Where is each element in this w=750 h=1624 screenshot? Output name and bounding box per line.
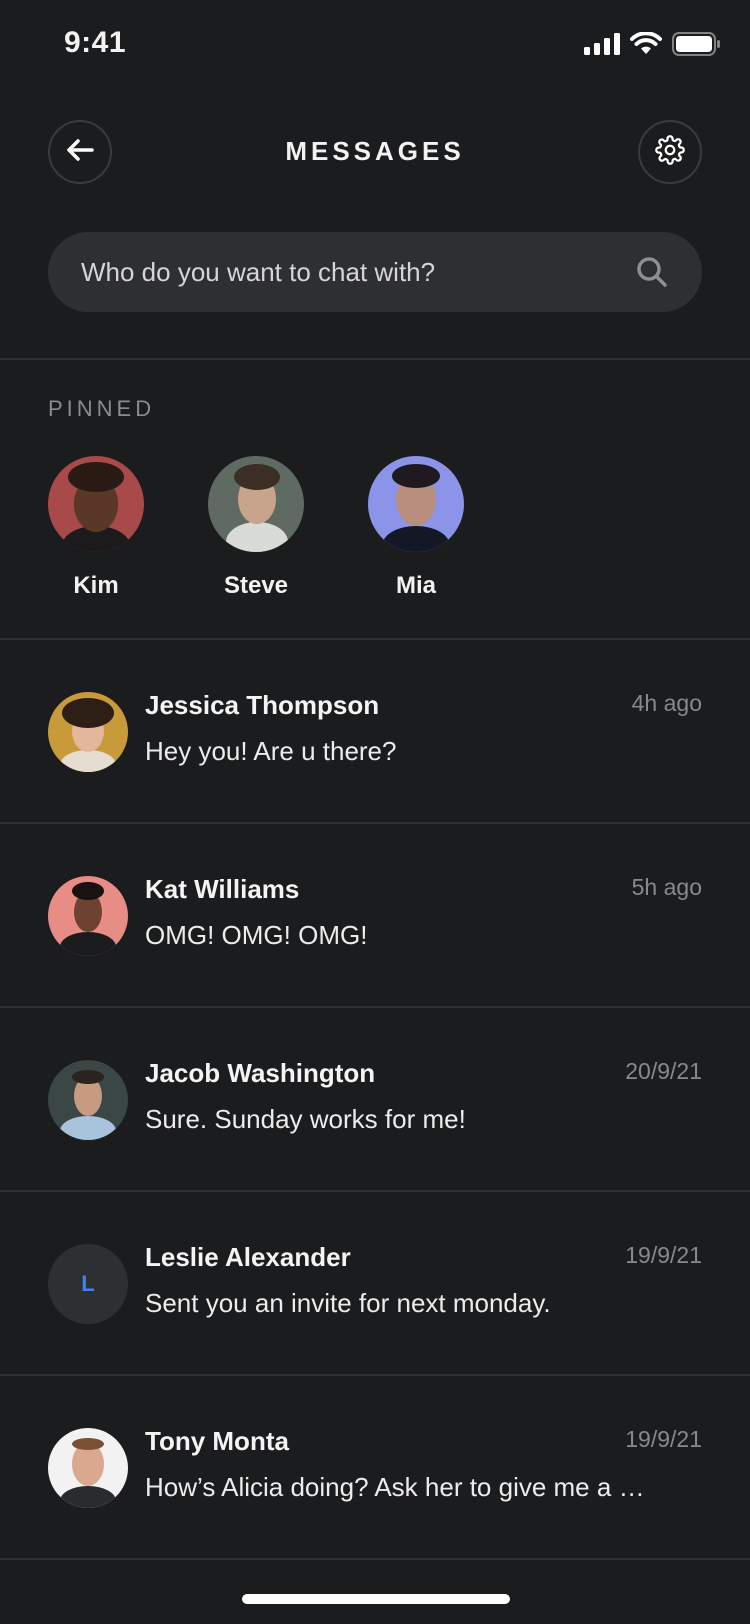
conversation-row[interactable]: Kat Williams OMG! OMG! OMG! 5h ago	[0, 824, 750, 1008]
avatar	[48, 1428, 128, 1508]
avatar-initial: L	[48, 1244, 128, 1324]
divider	[0, 358, 750, 360]
battery-icon	[672, 32, 720, 61]
search-bar	[48, 232, 702, 312]
cellular-signal-icon	[584, 33, 620, 60]
conversation-row[interactable]: Tony Monta How’s Alicia doing? Ask her t…	[0, 1376, 750, 1560]
wifi-icon	[630, 31, 662, 61]
pinned-contact-kim[interactable]: Kim	[48, 456, 144, 600]
conversation-row[interactable]: L Leslie Alexander Sent you an invite fo…	[0, 1192, 750, 1376]
pinned-contact-name: Steve	[223, 572, 289, 599]
conversation-preview: How’s Alicia doing? Ask her to give me a…	[145, 1472, 645, 1502]
conversation-time: 19/9/21	[625, 1242, 702, 1268]
conversation-time: 4h ago	[631, 690, 702, 716]
avatar	[368, 456, 464, 552]
pinned-contact-name: Mia	[395, 572, 436, 599]
conversation-preview: OMG! OMG! OMG!	[145, 920, 368, 950]
conversation-row[interactable]: Jessica Thompson Hey you! Are u there? 4…	[0, 640, 750, 824]
avatar	[48, 1060, 128, 1140]
pinned-contact-steve[interactable]: Steve	[208, 456, 304, 600]
avatar	[48, 692, 128, 772]
conversation-preview: Sure. Sunday works for me!	[145, 1104, 466, 1134]
header: MESSAGES	[0, 120, 750, 184]
conversation-preview: Sent you an invite for next monday.	[145, 1288, 551, 1318]
avatar	[48, 456, 144, 552]
conversation-time: 20/9/21	[625, 1058, 702, 1084]
conversation-row[interactable]: Jacob Washington Sure. Sunday works for …	[0, 1008, 750, 1192]
conversation-name: Jessica Thompson	[145, 690, 380, 720]
divider	[0, 1558, 750, 1560]
status-bar: 9:41	[0, 0, 750, 90]
pinned-contact-mia[interactable]: Mia	[368, 456, 464, 600]
avatar	[48, 876, 128, 956]
gear-icon	[655, 134, 685, 170]
conversation-name: Leslie Alexander	[145, 1242, 351, 1272]
conversation-time: 19/9/21	[625, 1426, 702, 1452]
conversation-name: Kat Williams	[145, 874, 300, 904]
status-icons	[584, 31, 720, 61]
search-icon[interactable]	[634, 254, 670, 295]
status-time: 9:41	[64, 26, 127, 59]
settings-button[interactable]	[638, 120, 702, 184]
avatar	[208, 456, 304, 552]
conversation-name: Jacob Washington	[145, 1058, 376, 1088]
pinned-section-label: PINNED	[48, 396, 156, 421]
pinned-contact-name: Kim	[73, 572, 119, 599]
conversation-time: 5h ago	[631, 874, 702, 900]
conversation-name: Tony Monta	[145, 1426, 289, 1456]
home-indicator[interactable]	[242, 1594, 510, 1604]
search-input[interactable]	[48, 232, 628, 312]
conversation-preview: Hey you! Are u there?	[145, 736, 397, 766]
